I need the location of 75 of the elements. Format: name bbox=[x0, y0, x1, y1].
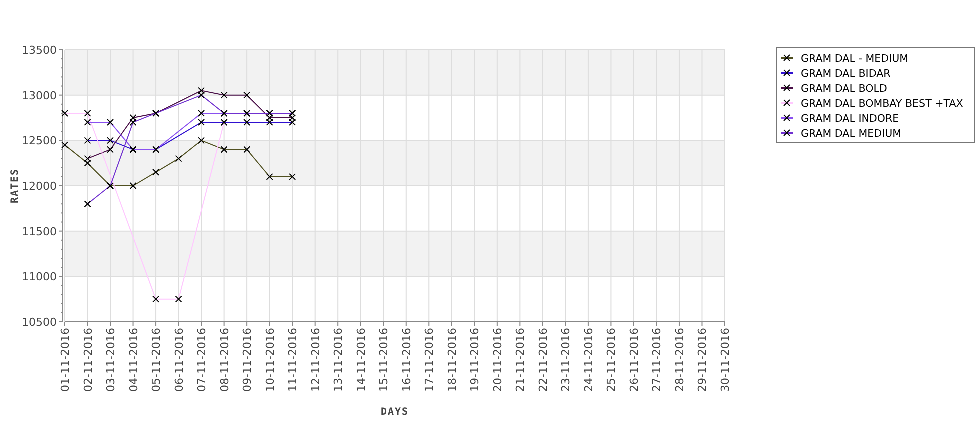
data-point bbox=[152, 168, 160, 176]
data-point bbox=[220, 146, 228, 154]
legend-label: GRAM DAL - MEDIUM bbox=[801, 53, 908, 65]
legend-marker-icon bbox=[781, 114, 793, 122]
axis-title: DAYS bbox=[380, 407, 410, 418]
x-tick-label: 10-11-2016 bbox=[264, 328, 277, 392]
x-tick-label: 04-11-2016 bbox=[127, 328, 140, 392]
legend-marker-icon bbox=[781, 100, 793, 106]
data-point bbox=[198, 119, 206, 126]
x-tick-label: 27-11-2016 bbox=[650, 328, 664, 392]
x-tick-label: 22-11-2016 bbox=[536, 328, 550, 392]
x-tick-label: 25-11-2016 bbox=[605, 328, 618, 392]
y-tick-label: 13500 bbox=[22, 44, 57, 57]
x-tick-label: 20-11-2016 bbox=[491, 328, 504, 392]
y-tick-label: 12000 bbox=[22, 180, 57, 193]
x-tick-label: 29-11-2016 bbox=[696, 328, 710, 392]
data-point bbox=[130, 182, 137, 190]
data-point bbox=[220, 92, 228, 99]
data-point bbox=[107, 119, 114, 126]
y-tick-label: 11500 bbox=[22, 225, 57, 238]
x-tick-label: 08-11-2016 bbox=[218, 328, 232, 392]
y-tick-label: 10500 bbox=[22, 316, 57, 329]
data-point bbox=[152, 296, 160, 303]
x-tick-label: 19-11-2016 bbox=[468, 328, 482, 392]
legend-label: GRAM DAL BOLD bbox=[801, 83, 888, 95]
x-tick-label: 28-11-2016 bbox=[673, 328, 686, 392]
legend-label: GRAM DAL BOMBAY BEST +TAX bbox=[801, 98, 964, 110]
data-point bbox=[62, 142, 68, 149]
y-tick-label: 12500 bbox=[22, 134, 57, 148]
x-tick-label: 07-11-2016 bbox=[196, 328, 209, 392]
legend-marker-icon bbox=[781, 70, 793, 76]
legend-label: GRAM DAL INDORE bbox=[801, 113, 900, 125]
data-point bbox=[289, 173, 296, 180]
data-point bbox=[198, 137, 206, 144]
data-point bbox=[84, 137, 92, 144]
x-tick-label: 05-11-2016 bbox=[150, 328, 164, 392]
x-tick-label: 13-11-2016 bbox=[332, 328, 346, 392]
data-point bbox=[84, 110, 92, 117]
axis-title: RATES bbox=[10, 168, 21, 204]
data-point bbox=[198, 110, 206, 117]
data-point bbox=[266, 173, 274, 180]
x-tick-label: 14-11-2016 bbox=[354, 328, 368, 392]
data-point bbox=[244, 119, 251, 126]
legend-marker-icon bbox=[781, 130, 793, 136]
x-tick-label: 16-11-2016 bbox=[400, 328, 414, 392]
x-tick-label: 11-11-2016 bbox=[286, 328, 300, 392]
x-tick-label: 24-11-2016 bbox=[582, 328, 596, 392]
legend-label: GRAM DAL BIDAR bbox=[801, 68, 891, 80]
x-tick-label: 18-11-2016 bbox=[446, 328, 459, 392]
x-tick-label: 21-11-2016 bbox=[514, 328, 528, 392]
legend-marker-icon bbox=[781, 54, 793, 62]
x-tick-label: 03-11-2016 bbox=[104, 328, 118, 392]
x-tick-label: 17-11-2016 bbox=[423, 328, 436, 392]
legend-label: GRAM DAL MEDIUM bbox=[801, 128, 902, 140]
data-point bbox=[244, 92, 251, 99]
x-tick-label: 01-11-2016 bbox=[59, 328, 72, 392]
x-tick-label: 23-11-2016 bbox=[560, 328, 573, 392]
data-point bbox=[84, 119, 92, 126]
data-point bbox=[84, 200, 92, 208]
x-tick-label: 26-11-2016 bbox=[628, 328, 641, 392]
data-point bbox=[244, 146, 251, 154]
x-tick-label: 06-11-2016 bbox=[172, 328, 186, 392]
x-tick-label: 12-11-2016 bbox=[309, 328, 322, 392]
legend-marker-icon bbox=[781, 84, 793, 92]
y-tick-label: 13000 bbox=[22, 89, 57, 102]
data-point bbox=[107, 137, 114, 144]
x-tick-label: 30-11-2016 bbox=[719, 328, 732, 392]
data-point bbox=[107, 146, 114, 154]
x-tick-label: 15-11-2016 bbox=[378, 328, 391, 392]
data-point bbox=[62, 110, 68, 117]
data-point bbox=[175, 155, 182, 162]
x-tick-label: 02-11-2016 bbox=[82, 328, 95, 392]
y-tick-label: 11000 bbox=[22, 270, 57, 284]
x-tick-label: 09-11-2016 bbox=[241, 328, 254, 392]
data-point bbox=[175, 296, 182, 303]
